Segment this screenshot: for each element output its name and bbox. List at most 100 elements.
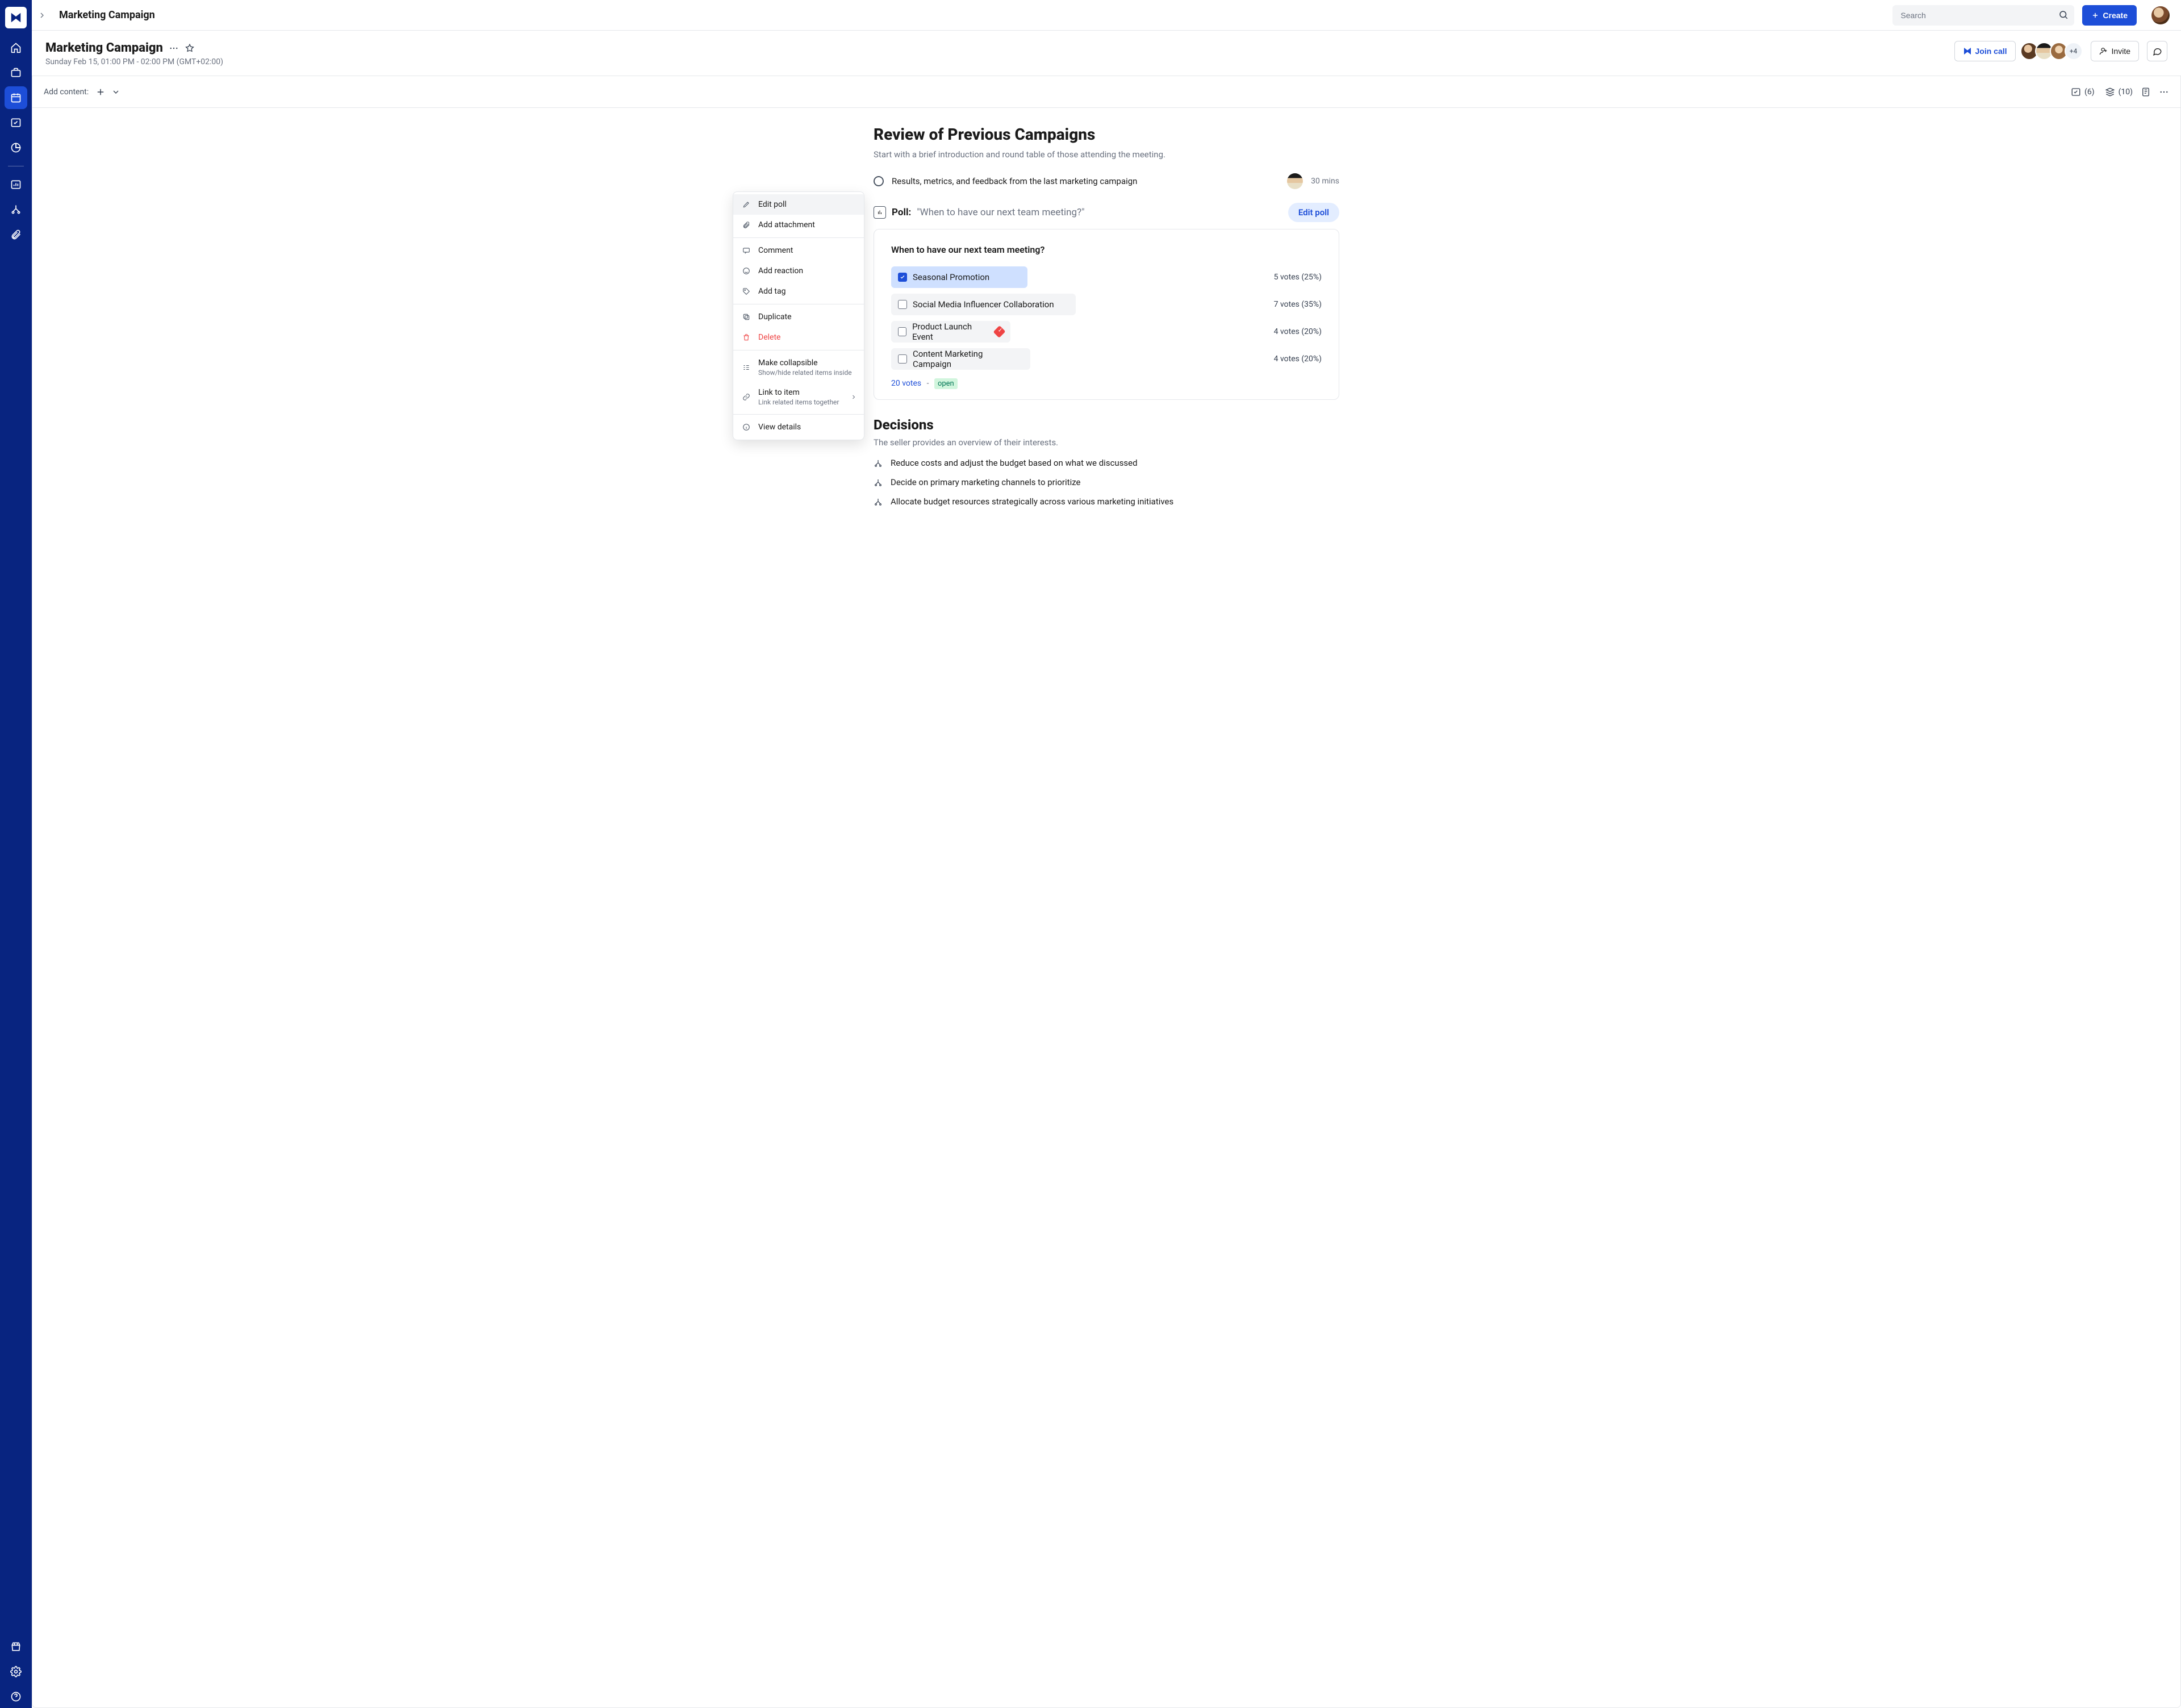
checkbox-icon[interactable] bbox=[898, 327, 906, 336]
decision-text: Reduce costs and adjust the budget based… bbox=[891, 458, 1138, 468]
decisions-title: Decisions bbox=[874, 417, 1339, 433]
nav-briefcase-icon[interactable] bbox=[5, 61, 27, 84]
ctx-make-collapsible[interactable]: Make collapsibleShow/hide related items … bbox=[733, 353, 864, 382]
breadcrumb-title[interactable]: Marketing Campaign bbox=[59, 9, 155, 21]
search-icon[interactable] bbox=[2058, 10, 2069, 20]
smile-icon bbox=[741, 267, 751, 275]
ctx-view-details[interactable]: View details bbox=[733, 417, 864, 437]
favorite-star-icon[interactable] bbox=[185, 43, 195, 53]
poll-option-label: Product Launch Event bbox=[912, 321, 989, 342]
poll-block-header: Poll: "When to have our next team meetin… bbox=[874, 203, 1339, 222]
page-title-row: Marketing Campaign bbox=[45, 41, 223, 55]
paperclip-icon bbox=[741, 221, 751, 229]
nav-calendar-icon[interactable] bbox=[5, 86, 27, 109]
nav-decisions-icon[interactable] bbox=[5, 198, 27, 221]
block-context-menu: Edit poll Add attachment Comment Add rea… bbox=[733, 191, 864, 440]
copy-icon bbox=[741, 313, 751, 321]
ctx-edit-poll[interactable]: Edit poll bbox=[733, 194, 864, 215]
decision-icon bbox=[874, 498, 883, 507]
checkbox-circle-icon[interactable] bbox=[874, 176, 884, 186]
pencil-icon bbox=[741, 201, 751, 208]
info-icon bbox=[741, 423, 751, 431]
create-button-label: Create bbox=[2103, 11, 2128, 20]
search-input[interactable] bbox=[1892, 5, 2074, 26]
poll-prefix: Poll: bbox=[892, 207, 911, 218]
add-content-chevron-down-icon[interactable] bbox=[111, 87, 120, 97]
agenda-duration: 30 mins bbox=[1311, 177, 1339, 186]
trash-icon bbox=[741, 333, 751, 341]
invite-label: Invite bbox=[2112, 47, 2130, 56]
section-title: Review of Previous Campaigns bbox=[874, 125, 1339, 144]
ctx-add-reaction[interactable]: Add reaction bbox=[733, 261, 864, 281]
nav-help-icon[interactable] bbox=[5, 1685, 27, 1708]
agenda-item-text: Results, metrics, and feedback from the … bbox=[892, 176, 1279, 186]
nav-analytics-icon[interactable] bbox=[5, 136, 27, 159]
poll-option[interactable]: Product Launch Event bbox=[891, 321, 1010, 343]
main-area: Marketing Campaign Create Marketing Camp… bbox=[32, 0, 2181, 1708]
poll-state-badge: open bbox=[934, 378, 958, 389]
tag-icon bbox=[741, 287, 751, 295]
nav-tasks-icon[interactable] bbox=[5, 111, 27, 134]
participant-avatar-more[interactable]: +4 bbox=[2065, 42, 2083, 60]
poll-option-label: Content Marketing Campaign bbox=[913, 349, 1023, 369]
ctx-add-attachment[interactable]: Add attachment bbox=[733, 215, 864, 235]
poll-option-row[interactable]: Seasonal Promotion5 votes (25%) bbox=[891, 266, 1322, 288]
toolbar-notes-icon[interactable] bbox=[2141, 87, 2151, 97]
decisions-subtitle: The seller provides an overview of their… bbox=[874, 437, 1339, 448]
add-content-label: Add content: bbox=[44, 87, 89, 97]
poll-option[interactable]: Content Marketing Campaign bbox=[891, 348, 1030, 370]
decision-item[interactable]: Allocate budget resources strategically … bbox=[874, 496, 1339, 507]
poll-total-votes[interactable]: 20 votes bbox=[891, 379, 921, 388]
left-nav-rail bbox=[0, 0, 32, 1708]
checkbox-icon[interactable] bbox=[898, 273, 907, 282]
ctx-add-tag[interactable]: Add tag bbox=[733, 281, 864, 302]
poll-footer: 20 votes - open bbox=[891, 379, 1322, 388]
comment-icon bbox=[741, 247, 751, 254]
invite-button[interactable]: Invite bbox=[2091, 41, 2139, 61]
poll-option[interactable]: Social Media Influencer Collaboration bbox=[891, 294, 1076, 315]
more-actions-icon[interactable] bbox=[169, 43, 179, 53]
poll-option-row[interactable]: Product Launch Event 4 votes (20%) bbox=[891, 321, 1322, 343]
poll-option-label: Social Media Influencer Collaboration bbox=[913, 299, 1054, 310]
nav-attachments-icon[interactable] bbox=[5, 223, 27, 246]
ctx-comment[interactable]: Comment bbox=[733, 240, 864, 261]
checkbox-icon[interactable] bbox=[898, 300, 907, 309]
join-call-button[interactable]: Join call bbox=[1954, 41, 2016, 61]
poll-card-question: When to have our next team meeting? bbox=[891, 244, 1322, 255]
poll-option-row[interactable]: Social Media Influencer Collaboration 7 v… bbox=[891, 294, 1322, 315]
poll-vote-count: 4 votes (20%) bbox=[1274, 327, 1322, 336]
link-icon bbox=[741, 393, 751, 401]
assignee-avatar[interactable] bbox=[1287, 173, 1303, 189]
decision-item[interactable]: Decide on primary marketing channels to … bbox=[874, 477, 1339, 487]
ctx-duplicate[interactable]: Duplicate bbox=[733, 307, 864, 327]
section-subtitle: Start with a brief introduction and roun… bbox=[874, 149, 1339, 160]
create-button[interactable]: Create bbox=[2082, 5, 2137, 26]
poll-option[interactable]: Seasonal Promotion bbox=[891, 266, 1027, 288]
breadcrumb-chevron-right-icon[interactable] bbox=[37, 11, 51, 20]
app-logo[interactable] bbox=[5, 7, 27, 28]
decision-item[interactable]: Reduce costs and adjust the budget based… bbox=[874, 458, 1339, 468]
decision-icon bbox=[874, 478, 883, 487]
edit-poll-button[interactable]: Edit poll bbox=[1288, 203, 1339, 222]
agenda-item[interactable]: Results, metrics, and feedback from the … bbox=[874, 173, 1339, 189]
verified-badge-icon bbox=[993, 325, 1006, 338]
toolbar-stack-count[interactable]: (10) bbox=[2105, 87, 2133, 97]
nav-chart-icon[interactable] bbox=[5, 173, 27, 196]
ctx-delete[interactable]: Delete bbox=[733, 327, 864, 348]
list-collapse-icon bbox=[741, 364, 751, 371]
poll-vote-count: 7 votes (35%) bbox=[1274, 300, 1322, 309]
checkbox-icon[interactable] bbox=[898, 354, 907, 364]
toolbar-more-icon[interactable] bbox=[2159, 87, 2169, 97]
user-avatar[interactable] bbox=[2151, 6, 2170, 24]
toolbar-tasks-count[interactable]: (6) bbox=[2071, 87, 2095, 97]
decision-icon bbox=[874, 459, 883, 468]
poll-vote-count: 4 votes (20%) bbox=[1274, 354, 1322, 364]
nav-store-icon[interactable] bbox=[5, 1635, 27, 1658]
nav-home-icon[interactable] bbox=[5, 36, 27, 59]
poll-option-row[interactable]: Content Marketing Campaign 4 votes (20%) bbox=[891, 348, 1322, 370]
comments-button[interactable] bbox=[2147, 41, 2167, 61]
nav-settings-icon[interactable] bbox=[5, 1660, 27, 1683]
ctx-link-to-item[interactable]: Link to itemLink related items together bbox=[733, 382, 864, 412]
add-content-plus-icon[interactable] bbox=[95, 87, 106, 97]
join-call-label: Join call bbox=[1975, 47, 2007, 56]
